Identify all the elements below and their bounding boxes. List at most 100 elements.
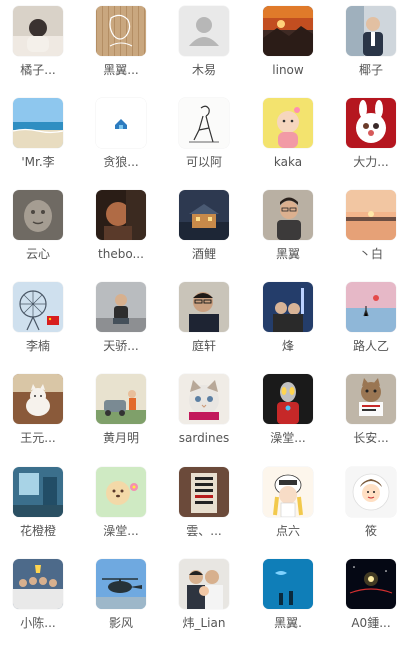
contact-avatar[interactable]: [96, 190, 146, 240]
contact-avatar[interactable]: [263, 559, 313, 609]
contact-name: 木易: [191, 63, 216, 77]
contact-item[interactable]: 云心: [0, 190, 78, 276]
contact-avatar[interactable]: [263, 98, 313, 148]
contact-avatar[interactable]: [263, 467, 313, 517]
contact-avatar[interactable]: [263, 282, 313, 332]
contact-name: 烽: [281, 339, 294, 353]
contact-avatar[interactable]: [96, 282, 146, 332]
contact-name: 花橙橙: [19, 524, 56, 538]
contact-name: A0鍾...: [351, 616, 391, 630]
contact-name: 酒鲤: [191, 247, 216, 261]
contact-avatar[interactable]: [179, 282, 229, 332]
contact-name: linow: [272, 63, 304, 77]
contact-item[interactable]: 澡堂...: [248, 374, 328, 460]
contact-name: 'Mr.李: [21, 155, 55, 169]
contact-item[interactable]: 庭轩: [164, 282, 244, 368]
contact-item[interactable]: 王元...: [0, 374, 78, 460]
contact-item[interactable]: 影风: [81, 559, 161, 645]
contact-avatar[interactable]: [179, 559, 229, 609]
contact-avatar[interactable]: [346, 190, 396, 240]
contact-name: 贪狼...: [103, 155, 139, 169]
contact-item[interactable]: 天骄...: [81, 282, 161, 368]
contact-item[interactable]: thebo...: [81, 190, 161, 276]
contact-avatar[interactable]: [13, 6, 63, 56]
contact-name: 黑翼: [275, 247, 300, 261]
contact-item[interactable]: 黑翼...: [81, 6, 161, 92]
contact-item[interactable]: 椰子: [331, 6, 410, 92]
contact-name: 大力...: [353, 155, 389, 169]
contact-avatar[interactable]: [96, 98, 146, 148]
contact-item[interactable]: 烽: [248, 282, 328, 368]
contact-item[interactable]: 丶白: [331, 190, 410, 276]
contact-name: 路人乙: [352, 339, 389, 353]
contact-avatar[interactable]: [13, 190, 63, 240]
contact-item[interactable]: 大力...: [331, 98, 410, 184]
contact-item[interactable]: 酒鲤: [164, 190, 244, 276]
contact-item[interactable]: 筱: [331, 467, 410, 553]
contact-avatar[interactable]: [13, 282, 63, 332]
contact-avatar[interactable]: [346, 467, 396, 517]
contact-name: 炜_Lian: [182, 616, 226, 630]
contact-name: 黑翼.: [274, 616, 302, 630]
contact-item[interactable]: 长安...: [331, 374, 410, 460]
contact-item[interactable]: sardines: [164, 374, 244, 460]
contact-avatar[interactable]: [96, 559, 146, 609]
contact-item[interactable]: kaka: [248, 98, 328, 184]
contact-item[interactable]: linow: [248, 6, 328, 92]
contact-avatar[interactable]: [346, 374, 396, 424]
contact-avatar[interactable]: [13, 98, 63, 148]
contact-name: 雲、...: [186, 524, 222, 538]
contact-name: 李楠: [25, 339, 50, 353]
contact-item[interactable]: 点六: [248, 467, 328, 553]
contact-item[interactable]: 李楠: [0, 282, 78, 368]
contact-item[interactable]: 可以阿: [164, 98, 244, 184]
contact-avatar[interactable]: [179, 374, 229, 424]
contact-avatar[interactable]: [96, 374, 146, 424]
contact-avatar[interactable]: [346, 98, 396, 148]
contact-avatar[interactable]: [263, 374, 313, 424]
contact-avatar[interactable]: [179, 98, 229, 148]
contact-item[interactable]: 橘子...: [0, 6, 78, 92]
contact-avatar[interactable]: [346, 282, 396, 332]
contact-avatar[interactable]: [13, 467, 63, 517]
contact-name: 橘子...: [20, 63, 56, 77]
contact-avatar[interactable]: [96, 467, 146, 517]
contact-name: 椰子: [358, 63, 383, 77]
contact-name: 影风: [108, 616, 133, 630]
contact-name: 云心: [25, 247, 50, 261]
contact-item[interactable]: 澡堂...: [81, 467, 161, 553]
contact-avatar[interactable]: [179, 467, 229, 517]
contact-item[interactable]: 黄月明: [81, 374, 161, 460]
contacts-grid: 橘子... 黑翼... 木易 linow 椰子 'Mr.李 贪狼... 可以阿 kaka 大力..…: [0, 0, 410, 637]
contact-item[interactable]: 黑翼.: [248, 559, 328, 645]
contact-item[interactable]: 炜_Lian: [164, 559, 244, 645]
contact-avatar[interactable]: [263, 6, 313, 56]
contact-item[interactable]: 'Mr.李: [0, 98, 78, 184]
contact-avatar[interactable]: [346, 559, 396, 609]
contact-name: kaka: [273, 155, 303, 169]
contact-avatar[interactable]: [263, 190, 313, 240]
contact-name: 黑翼...: [103, 63, 139, 77]
contact-item[interactable]: 路人乙: [331, 282, 410, 368]
contact-item[interactable]: 花橙橙: [0, 467, 78, 553]
contact-avatar[interactable]: [179, 6, 229, 56]
contact-name: 天骄...: [103, 339, 139, 353]
contact-avatar[interactable]: [96, 6, 146, 56]
contact-avatar[interactable]: [179, 190, 229, 240]
contact-item[interactable]: 雲、...: [164, 467, 244, 553]
contact-avatar[interactable]: [13, 374, 63, 424]
contact-item[interactable]: A0鍾...: [331, 559, 410, 645]
contact-name: 王元...: [20, 431, 56, 445]
contact-name: 点六: [275, 524, 300, 538]
contact-item[interactable]: 小陈...: [0, 559, 78, 645]
contact-avatar[interactable]: [346, 6, 396, 56]
contact-item[interactable]: 木易: [164, 6, 244, 92]
contact-item[interactable]: 贪狼...: [81, 98, 161, 184]
contact-name: 丶白: [358, 247, 383, 261]
contact-item[interactable]: 黑翼: [248, 190, 328, 276]
contact-name: 可以阿: [185, 155, 222, 169]
contact-name: thebo...: [98, 247, 144, 261]
contact-name: 筱: [364, 524, 377, 538]
contact-name: 长安...: [353, 431, 389, 445]
contact-avatar[interactable]: [13, 559, 63, 609]
